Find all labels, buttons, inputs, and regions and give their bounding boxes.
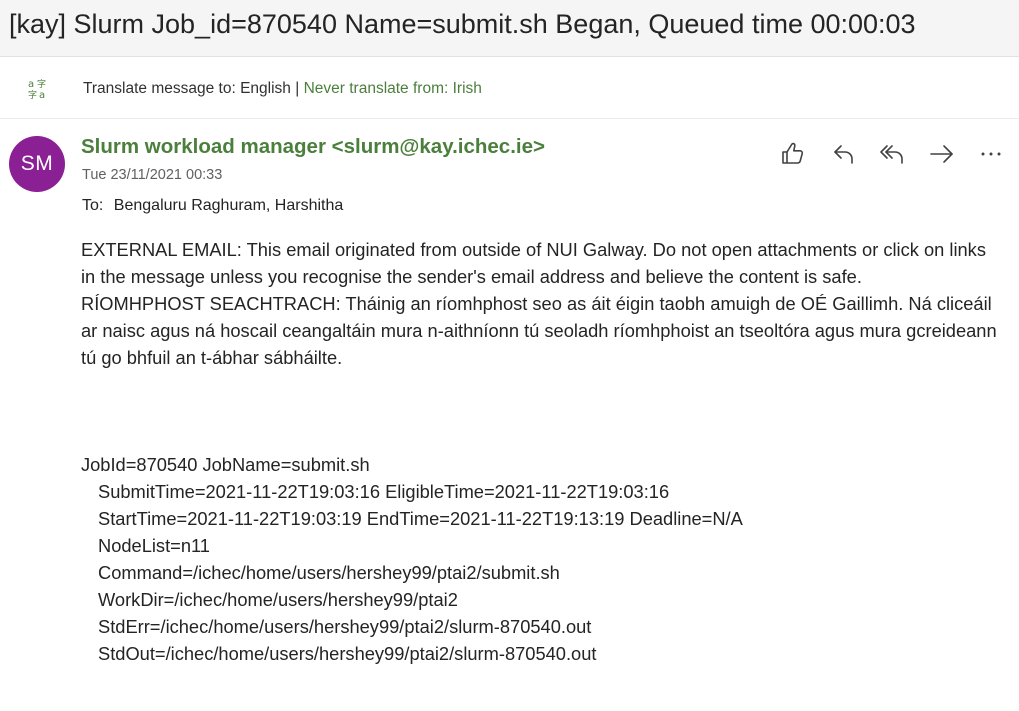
sender-name[interactable]: Slurm workload manager <slurm@kay.ichec.… (81, 134, 545, 160)
job-line: SubmitTime=2021-11-22T19:03:16 EligibleT… (98, 481, 670, 502)
external-warning-ga: RÍOMHPHOST SEACHTRACH: Tháinig an ríomhp… (81, 293, 997, 368)
job-line: WorkDir=/ichec/home/users/hershey99/ptai… (98, 589, 458, 610)
svg-text:a: a (28, 79, 34, 90)
recipient-name[interactable]: Bengaluru Raghuram, Harshitha (114, 197, 343, 214)
message-date: Tue 23/11/2021 00:33 (82, 167, 223, 183)
avatar[interactable]: SM (9, 136, 65, 192)
to-label: To: (82, 197, 104, 214)
job-line: StartTime=2021-11-22T19:03:19 EndTime=20… (98, 508, 743, 529)
forward-icon (927, 140, 957, 168)
recipient-line: To: Bengaluru Raghuram, Harshitha (82, 196, 343, 216)
forward-button[interactable] (927, 140, 957, 168)
reply-icon (830, 140, 860, 168)
job-details: JobId=870540 JobName=submit.sh SubmitTim… (81, 451, 743, 667)
never-translate-link[interactable]: Never translate from: Irish (304, 80, 482, 97)
svg-text:a: a (39, 90, 45, 99)
message-body: EXTERNAL EMAIL: This email originated fr… (81, 236, 1001, 371)
like-button[interactable] (778, 140, 808, 168)
svg-text:字: 字 (28, 89, 37, 99)
job-line: Command=/ichec/home/users/hershey99/ptai… (98, 562, 560, 583)
email-subject: [kay] Slurm Job_id=870540 Name=submit.sh… (9, 9, 916, 39)
svg-text:字: 字 (37, 78, 46, 90)
reply-all-icon (878, 140, 908, 168)
job-line: NodeList=n11 (98, 535, 210, 556)
reply-all-button[interactable] (878, 140, 908, 168)
reply-button[interactable] (830, 140, 860, 168)
translate-bar: a 字 字 a Translate message to: English | … (0, 57, 1019, 119)
translate-message: Translate message to: English | Never tr… (83, 79, 482, 99)
subject-bar: [kay] Slurm Job_id=870540 Name=submit.sh… (0, 0, 1019, 57)
more-actions-button[interactable] (976, 140, 1006, 168)
translate-prompt-link[interactable]: Translate message to: English (83, 80, 291, 97)
job-line: StdOut=/ichec/home/users/hershey99/ptai2… (98, 643, 597, 664)
job-line: StdErr=/ichec/home/users/hershey99/ptai2… (98, 616, 592, 637)
like-icon (778, 140, 808, 168)
job-line: JobId=870540 JobName=submit.sh (81, 454, 370, 475)
more-icon (976, 140, 1006, 168)
external-warning-en: EXTERNAL EMAIL: This email originated fr… (81, 239, 986, 287)
translate-icon[interactable]: a 字 字 a (27, 77, 49, 101)
translate-separator: | (295, 80, 300, 97)
